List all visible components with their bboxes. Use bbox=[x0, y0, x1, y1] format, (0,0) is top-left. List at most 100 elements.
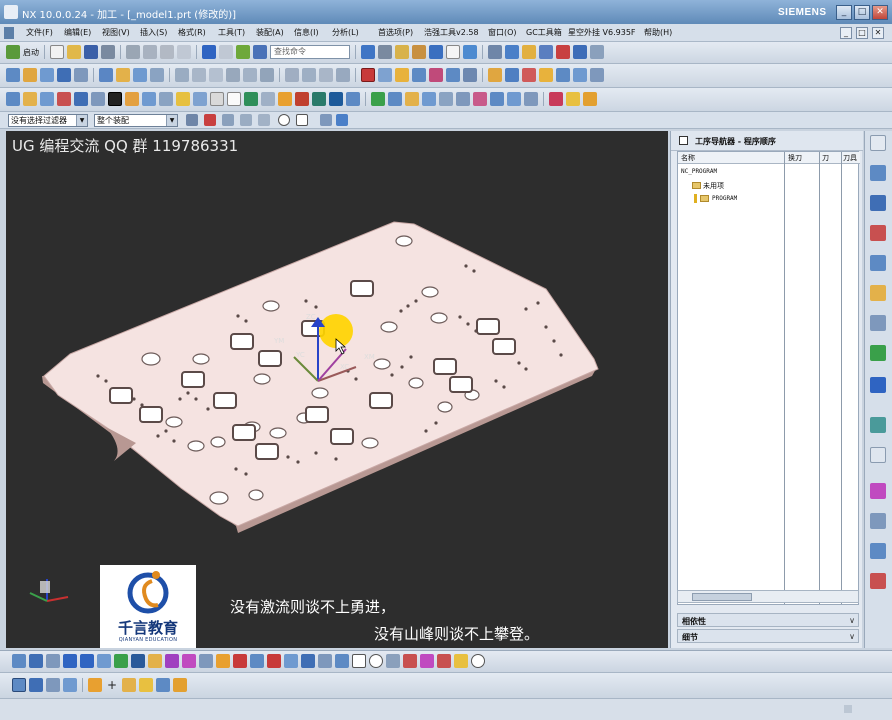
section-view-icon[interactable] bbox=[573, 45, 587, 59]
plugin-tool-32-icon[interactable] bbox=[549, 92, 563, 106]
plugin-tool-13-icon[interactable] bbox=[210, 92, 224, 106]
plugin-tool-16-icon[interactable] bbox=[261, 92, 275, 106]
gc-report-icon[interactable] bbox=[522, 68, 536, 82]
orient-view-icon[interactable] bbox=[429, 45, 443, 59]
menu-view[interactable]: 视图(V) bbox=[102, 27, 130, 38]
bottom-tool-9-icon[interactable] bbox=[148, 654, 162, 668]
plugin-tool-4-icon[interactable] bbox=[57, 92, 71, 106]
plugin-tool-8-icon[interactable] bbox=[125, 92, 139, 106]
plugin-tool-18-icon[interactable] bbox=[295, 92, 309, 106]
bottom-tool-18-icon[interactable] bbox=[301, 654, 315, 668]
machine-tool-view-icon[interactable] bbox=[116, 68, 130, 82]
tree-node-program[interactable]: PROGRAM bbox=[712, 195, 737, 202]
gc-stock-icon[interactable] bbox=[539, 68, 553, 82]
arrow-left-icon[interactable] bbox=[63, 654, 77, 668]
scrollbar-thumb[interactable] bbox=[692, 593, 752, 601]
menu-tools[interactable]: 工具(T) bbox=[218, 27, 245, 38]
bottom-tool-10-icon[interactable] bbox=[165, 654, 179, 668]
visualization-tab-icon[interactable] bbox=[870, 573, 886, 589]
bottom2-tool-7-icon[interactable] bbox=[122, 678, 136, 692]
plugin-tool-6-icon[interactable] bbox=[91, 92, 105, 106]
open-folder-icon[interactable] bbox=[67, 45, 81, 59]
create-method-icon[interactable] bbox=[57, 68, 71, 82]
bottom-tool-3-icon[interactable] bbox=[46, 654, 60, 668]
edge-display-icon[interactable] bbox=[446, 45, 460, 59]
bottom-tool-7-icon[interactable] bbox=[114, 654, 128, 668]
new-file-icon[interactable] bbox=[50, 45, 64, 59]
plugin-tool-24-icon[interactable] bbox=[405, 92, 419, 106]
constraint-navigator-tab-icon[interactable] bbox=[870, 195, 886, 211]
paste-icon[interactable] bbox=[160, 45, 174, 59]
maximize-button[interactable]: □ bbox=[854, 5, 870, 20]
copy-object-icon[interactable] bbox=[319, 68, 333, 82]
plugin-tool-3-icon[interactable] bbox=[40, 92, 54, 106]
bottom-tool-6-icon[interactable] bbox=[97, 654, 111, 668]
gc-tool-icon[interactable] bbox=[488, 68, 502, 82]
system-materials-tab-icon[interactable] bbox=[870, 447, 886, 463]
type-filter-dropdown[interactable]: 没有选择过滤器 ▼ bbox=[8, 114, 88, 127]
plugin-tool-15-icon[interactable] bbox=[244, 92, 258, 106]
menu-info[interactable]: 信息(I) bbox=[294, 27, 319, 38]
menu-insert[interactable]: 插入(S) bbox=[140, 27, 167, 38]
bottom-tool-17-icon[interactable] bbox=[284, 654, 298, 668]
minimize-button[interactable]: _ bbox=[836, 5, 852, 20]
plugin-tool-33-icon[interactable] bbox=[566, 92, 580, 106]
plugin-tool-14-icon[interactable] bbox=[227, 92, 241, 106]
bottom-tool-8-icon[interactable] bbox=[131, 654, 145, 668]
bottom-tool-26-icon[interactable] bbox=[437, 654, 451, 668]
chevron-down-icon[interactable]: ▼ bbox=[76, 115, 87, 126]
chevron-down-icon[interactable]: ∨ bbox=[849, 632, 855, 641]
doc-close-button[interactable]: ✕ bbox=[872, 27, 884, 39]
plugin-tool-5-icon[interactable] bbox=[74, 92, 88, 106]
details-section[interactable]: 细节 ∨ bbox=[677, 629, 859, 643]
plugin-tool-17-icon[interactable] bbox=[278, 92, 292, 106]
bottom2-tool-1-icon[interactable] bbox=[12, 678, 26, 692]
bottom-tool-20-icon[interactable] bbox=[335, 654, 349, 668]
bottom-tool-19-icon[interactable] bbox=[318, 654, 332, 668]
plugin-tool-26-icon[interactable] bbox=[439, 92, 453, 106]
snap-point-icon[interactable] bbox=[505, 45, 519, 59]
menu-xingkong-plugin[interactable]: 星空外挂 V6.935F bbox=[568, 27, 636, 38]
plugin-tool-31-icon[interactable] bbox=[524, 92, 538, 106]
feature-machining-icon[interactable] bbox=[429, 68, 443, 82]
doc-restore-button[interactable]: □ bbox=[856, 27, 868, 39]
plugin-tool-29-icon[interactable] bbox=[490, 92, 504, 106]
web-browser-tab-icon[interactable] bbox=[870, 377, 886, 393]
gc-check-icon[interactable] bbox=[505, 68, 519, 82]
chevron-down-icon[interactable]: ▼ bbox=[166, 115, 177, 126]
bottom-tool-14-icon[interactable] bbox=[233, 654, 247, 668]
snap-intersection-icon[interactable] bbox=[258, 114, 270, 126]
column-header-name[interactable]: 名称 bbox=[678, 152, 784, 164]
menu-edit[interactable]: 编辑(E) bbox=[64, 27, 91, 38]
menu-haoqiang-tools[interactable]: 浩强工具v2.58 bbox=[424, 27, 479, 38]
object-info-icon[interactable] bbox=[412, 68, 426, 82]
palette-tab-icon[interactable] bbox=[870, 345, 886, 361]
display-object-icon[interactable] bbox=[378, 68, 392, 82]
measure-icon[interactable] bbox=[539, 45, 553, 59]
bottom2-tool-9-icon[interactable] bbox=[156, 678, 170, 692]
sphere-icon[interactable] bbox=[236, 45, 250, 59]
plugin-tool-23-icon[interactable] bbox=[388, 92, 402, 106]
create-program-icon[interactable] bbox=[6, 68, 20, 82]
plugin-tool-27-icon[interactable] bbox=[456, 92, 470, 106]
siemens-menu-icon[interactable] bbox=[4, 27, 14, 39]
layer-icon[interactable] bbox=[463, 45, 477, 59]
scope-filter-dropdown[interactable]: 整个装配 ▼ bbox=[94, 114, 178, 127]
column-header-tool-number[interactable]: 刀具 bbox=[841, 152, 860, 164]
create-geometry-icon[interactable] bbox=[40, 68, 54, 82]
plugin-tool-22-icon[interactable] bbox=[371, 92, 385, 106]
circle-icon[interactable] bbox=[471, 654, 485, 668]
menu-file[interactable]: 文件(F) bbox=[26, 27, 53, 38]
replay-toolpath-icon[interactable] bbox=[192, 68, 206, 82]
save-icon[interactable] bbox=[84, 45, 98, 59]
wcs-icon[interactable] bbox=[522, 45, 536, 59]
geometry-view-icon[interactable] bbox=[133, 68, 147, 82]
shop-doc-icon[interactable] bbox=[446, 68, 460, 82]
fit-view-icon[interactable] bbox=[361, 45, 375, 59]
navigator-horizontal-scrollbar[interactable] bbox=[677, 590, 859, 603]
pan-icon[interactable] bbox=[412, 45, 426, 59]
gc-export-icon[interactable] bbox=[573, 68, 587, 82]
general-selection-icon[interactable] bbox=[186, 114, 198, 126]
chevron-down-icon[interactable]: ∨ bbox=[849, 616, 855, 625]
bottom-tool-13-icon[interactable] bbox=[216, 654, 230, 668]
